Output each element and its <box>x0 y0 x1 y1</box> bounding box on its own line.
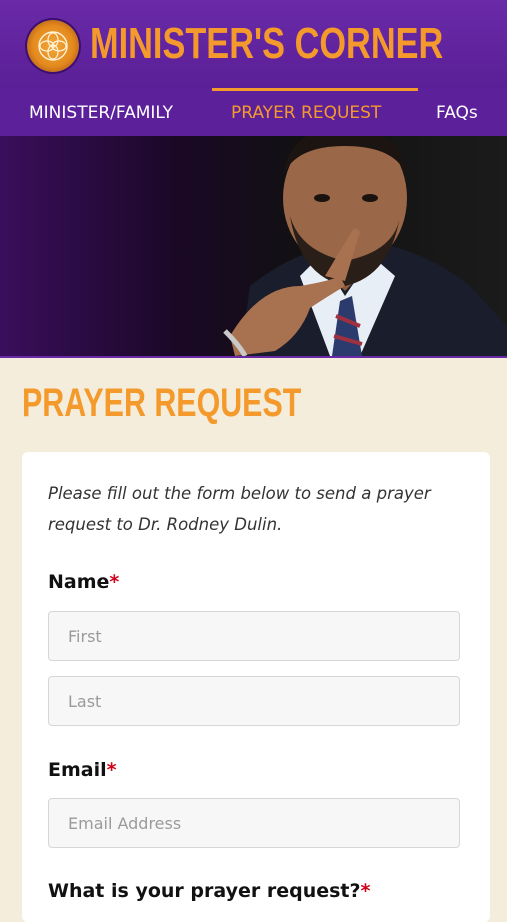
required-marker: * <box>106 759 117 781</box>
prayer-request-label-text: What is your prayer request? <box>48 880 361 902</box>
required-marker: * <box>109 571 120 593</box>
last-name-input[interactable] <box>68 677 440 725</box>
page-title: PRAYER REQUEST <box>22 381 302 425</box>
main-nav: MINISTER/FAMILY PRAYER REQUEST FAQs <box>0 88 507 136</box>
first-name-input[interactable] <box>68 612 440 660</box>
nav-item-minister-family[interactable]: MINISTER/FAMILY <box>29 88 173 136</box>
email-field[interactable] <box>48 798 460 848</box>
hero-banner <box>0 136 507 358</box>
name-label: Name* <box>48 571 119 593</box>
site-title: MINISTER'S CORNER <box>90 19 444 68</box>
last-name-field[interactable] <box>48 676 460 726</box>
email-label: Email* <box>48 759 117 781</box>
nav-item-prayer-request[interactable]: PRAYER REQUEST <box>231 88 381 136</box>
active-tab-indicator <box>212 88 418 91</box>
minister-portrait-image <box>223 136 507 356</box>
first-name-field[interactable] <box>48 611 460 661</box>
prayer-request-label: What is your prayer request?* <box>48 880 370 902</box>
site-header: MINISTER'S CORNER <box>0 0 507 88</box>
nav-item-faqs[interactable]: FAQs <box>436 88 478 136</box>
name-label-text: Name <box>48 571 110 593</box>
email-input[interactable] <box>68 799 440 847</box>
required-marker: * <box>360 880 371 902</box>
email-label-text: Email <box>48 759 107 781</box>
form-intro-text: Please fill out the form below to send a… <box>48 484 431 534</box>
church-logo-icon[interactable] <box>27 20 79 72</box>
prayer-request-form: Please fill out the form below to send a… <box>22 452 490 922</box>
